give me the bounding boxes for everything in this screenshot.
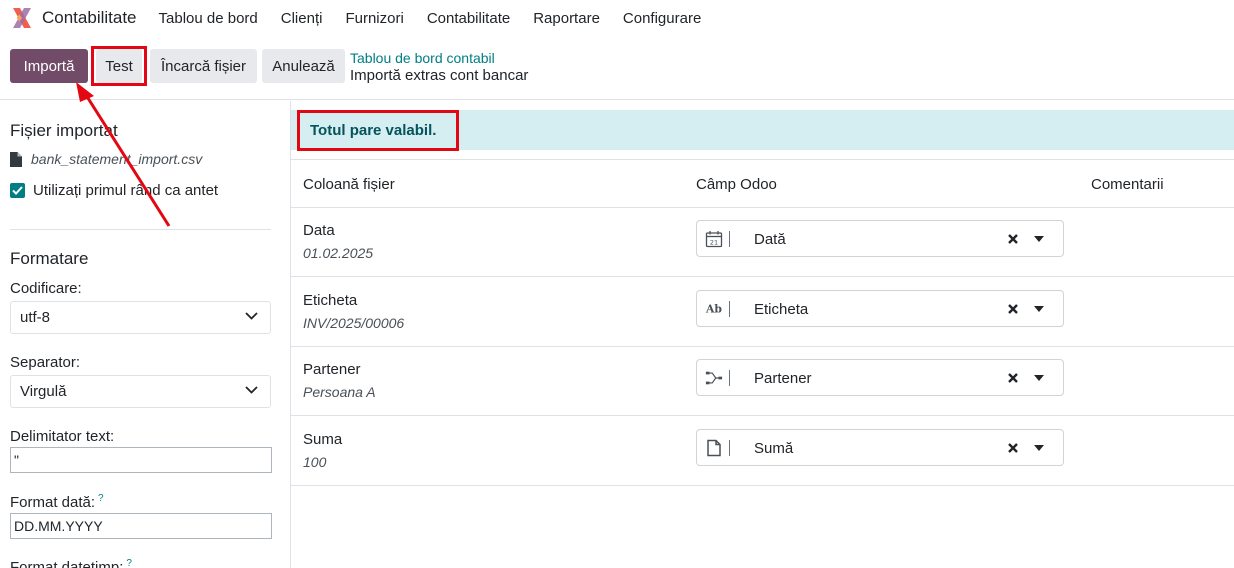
menu-item-accounting[interactable]: Contabilitate (427, 10, 510, 27)
field-select[interactable]: Ab Eticheta (696, 290, 1064, 327)
breadcrumb: Tablou de bord contabil Importă extras c… (350, 50, 528, 84)
relation-icon (705, 369, 723, 387)
control-panel: Importă Test Încarcă fișier Anulează Tab… (0, 36, 1234, 100)
file-column-name: Suma (303, 431, 343, 448)
document-icon (705, 439, 723, 457)
separator-value: Virgulă (20, 383, 67, 400)
menu-item-reporting[interactable]: Raportare (533, 10, 600, 27)
encoding-select[interactable]: utf-8 (10, 301, 271, 334)
file-column-name: Eticheta (303, 292, 358, 309)
encoding-label: Codificare: (10, 280, 82, 297)
datetime-format-label-text: Format datetimp: (10, 559, 124, 568)
file-column-name: Partener (303, 361, 361, 378)
field-separator (729, 301, 730, 317)
validation-alert: Totul pare valabil. (291, 110, 1234, 150)
field-select[interactable]: Sumă (696, 429, 1064, 466)
field-select[interactable]: Partener (696, 359, 1064, 396)
import-button[interactable]: Importă (10, 49, 88, 83)
file-column-sample: 01.02.2025 (303, 245, 374, 261)
field-label: Eticheta (754, 301, 809, 318)
field-separator (729, 370, 730, 386)
table-row: Eticheta INV/2025/00006 Ab Eticheta (291, 277, 1234, 347)
field-label: Sumă (754, 440, 794, 457)
imported-file: bank_statement_import.csv (10, 151, 202, 167)
file-column-sample: 100 (303, 454, 327, 470)
header-row-option[interactable]: Utilizați primul rând ca antet (10, 182, 218, 199)
field-select[interactable]: 21 Dată (696, 220, 1064, 257)
accounting-app-icon (13, 8, 31, 28)
file-icon (10, 151, 22, 167)
app-name: Contabilitate (42, 8, 137, 27)
top-navbar: Contabilitate Tablou de bord Clienți Fur… (0, 0, 1234, 36)
menu-item-customers[interactable]: Clienți (281, 10, 323, 27)
field-label: Dată (754, 231, 786, 248)
text-field-icon: Ab (705, 300, 723, 318)
text-delimiter-label: Delimitator text: (10, 428, 115, 445)
file-name: bank_statement_import.csv (31, 151, 203, 167)
calendar-icon: 21 (705, 230, 723, 248)
date-format-help-icon[interactable]: ? (98, 493, 104, 504)
validation-message: Totul pare valabil. (310, 121, 437, 139)
breadcrumb-current: Importă extras cont bancar (350, 67, 529, 84)
field-label: Partener (754, 370, 812, 387)
test-button[interactable]: Test (96, 49, 142, 83)
svg-text:Ab: Ab (705, 303, 722, 316)
import-preview: Totul pare valabil. Coloană fișier Câmp … (291, 101, 1234, 568)
file-column-sample: INV/2025/00006 (303, 315, 405, 331)
date-format-label: Format dată:? (10, 493, 104, 511)
caret-down-icon[interactable] (1034, 374, 1044, 382)
caret-down-icon[interactable] (1034, 235, 1044, 243)
text-delimiter-input[interactable] (10, 447, 272, 473)
header-row-checkbox[interactable] (10, 183, 25, 198)
datetime-format-help-icon[interactable]: ? (126, 558, 132, 568)
date-format-input[interactable] (10, 513, 272, 539)
sidebar-divider (10, 229, 271, 230)
table-row: Data 01.02.2025 21 Dată (291, 207, 1234, 277)
mapping-table-header: Coloană fișier Câmp Odoo Comentarii (291, 159, 1234, 208)
caret-down-icon[interactable] (1034, 305, 1044, 313)
import-options-sidebar: Fișier importat bank_statement_import.cs… (0, 101, 291, 568)
field-separator (729, 231, 730, 247)
datetime-format-label: Format datetimp:? (10, 558, 132, 568)
clear-icon[interactable] (1006, 232, 1020, 246)
file-column-header: Coloană fișier (303, 176, 395, 193)
separator-select[interactable]: Virgulă (10, 375, 271, 408)
file-column-sample: Persoana A (303, 384, 376, 400)
table-row: Partener Persoana A Partener (291, 346, 1234, 416)
header-row-label: Utilizați primul rând ca antet (33, 182, 219, 199)
menu-item-dashboard[interactable]: Tablou de bord (159, 10, 258, 27)
chevron-down-icon (245, 386, 258, 394)
app-brand[interactable]: Contabilitate (10, 6, 137, 30)
separator-label: Separator: (10, 354, 81, 371)
odoo-field-header: Câmp Odoo (696, 176, 777, 193)
upload-file-button[interactable]: Încarcă fișier (150, 49, 257, 83)
checkmark-icon (12, 186, 23, 195)
imported-file-title: Fișier importat (10, 121, 118, 140)
main-menu: Tablou de bord Clienți Furnizori Contabi… (159, 10, 725, 27)
clear-icon[interactable] (1006, 441, 1020, 455)
file-column-name: Data (303, 222, 335, 239)
date-format-label-text: Format dată: (10, 494, 96, 511)
menu-item-configuration[interactable]: Configurare (623, 10, 701, 27)
caret-down-icon[interactable] (1034, 444, 1044, 452)
cancel-button[interactable]: Anulează (262, 49, 345, 83)
comments-header: Comentarii (1091, 176, 1164, 193)
encoding-value: utf-8 (20, 309, 51, 326)
clear-icon[interactable] (1006, 302, 1020, 316)
menu-item-vendors[interactable]: Furnizori (345, 10, 403, 27)
svg-text:21: 21 (710, 238, 718, 246)
formatting-title: Formatare (10, 249, 89, 268)
clear-icon[interactable] (1006, 371, 1020, 385)
table-row: Suma 100 Sumă (291, 416, 1234, 486)
field-separator (729, 440, 730, 456)
chevron-down-icon (245, 312, 258, 320)
breadcrumb-parent-link[interactable]: Tablou de bord contabil (350, 50, 528, 67)
